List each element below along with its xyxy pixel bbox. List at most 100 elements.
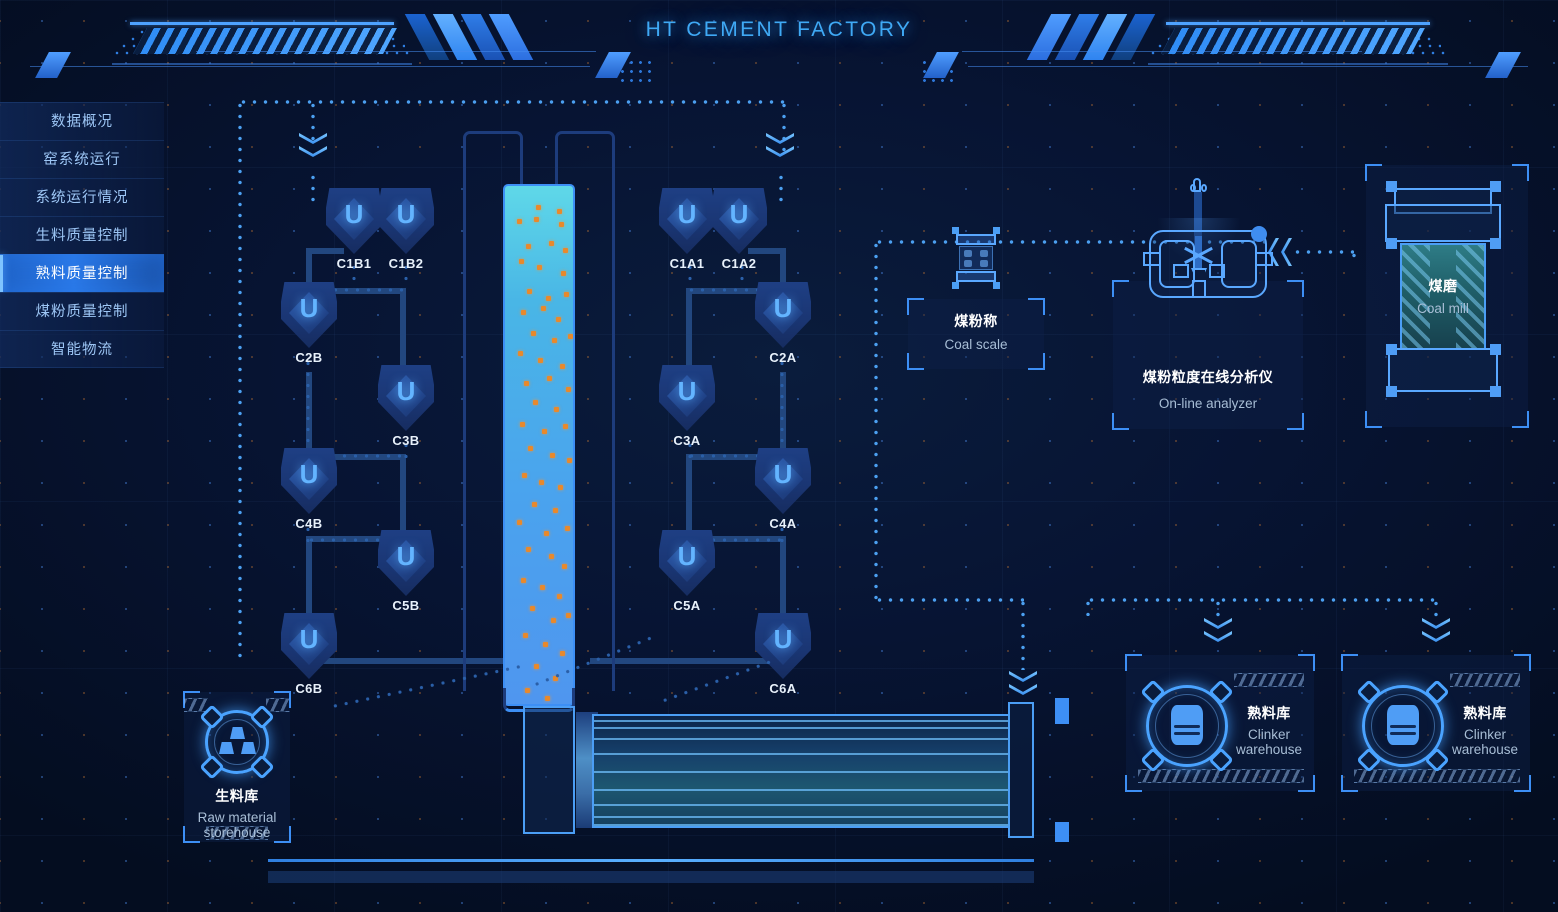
sidebar-item-system-status[interactable]: 系统运行情况 (0, 178, 164, 216)
coal-scale-label-cn: 煤粉称 (954, 313, 998, 329)
coal-mill-node-ml (1386, 238, 1397, 249)
flow-chevron-clinker-2 (1422, 618, 1450, 652)
cyclone-glyph: U (773, 293, 793, 323)
feed-path-right-c1a2 (779, 172, 783, 206)
pipe-b-c6b-down (306, 536, 312, 622)
cyclone-c1a2[interactable]: U C1A2 (711, 188, 767, 271)
coal-mill-body[interactable]: 煤磨 Coal mill (1400, 243, 1486, 350)
clinker-warehouse-2-label-en: Clinker warehouse (1451, 727, 1519, 757)
header-rule-right-2 (962, 51, 1362, 52)
cyclone-label: C5A (673, 598, 701, 613)
gas-path-b4 (306, 358, 310, 454)
coal-mill-node-mr (1490, 238, 1501, 249)
cyclone-c1b1[interactable]: U C1B1 (326, 188, 382, 271)
cyclone-glyph: U (299, 459, 319, 489)
cyclone-c3b[interactable]: U C3B (378, 365, 434, 448)
coal-mill-label-en: Coal mill (1417, 301, 1469, 316)
coal-mill-node-tl (1386, 181, 1397, 192)
cyclone-c6b[interactable]: U C6B (281, 613, 337, 696)
feed-path-left-riser (238, 100, 242, 660)
coal-mill-node-bl (1386, 344, 1397, 355)
cyclone-glyph: U (677, 199, 697, 229)
cyclone-glyph: U (773, 624, 793, 654)
cyclone-label: C3A (673, 433, 701, 448)
clinker-warehouse-2-panel[interactable]: 熟料库 Clinker warehouse (1341, 654, 1531, 792)
raw-storehouse-label-cn: 生料库 (215, 788, 259, 804)
cyclone-label: C6A (769, 681, 797, 696)
clinker-warehouse-1-panel[interactable]: 熟料库 Clinker warehouse (1125, 654, 1315, 792)
cyclone-label: C1A2 (721, 256, 757, 271)
cyclone-glyph: U (344, 199, 364, 229)
coal-mill-base (1388, 348, 1498, 392)
kiln-outlet-node-top (1055, 698, 1069, 724)
sidebar-item-raw-quality[interactable]: 生料质量控制 (0, 216, 164, 254)
sidebar-item-coal-quality[interactable]: 煤粉质量控制 (0, 292, 164, 330)
kiln-outlet-cap (1008, 702, 1034, 838)
clinker-route-drop-1 (1216, 598, 1220, 620)
page-title: HT CEMENT FACTORY (645, 18, 913, 41)
kiln-outlet-node-bottom (1055, 822, 1069, 842)
cyclone-glyph: U (299, 624, 319, 654)
coal-scale-panel[interactable]: 煤粉称 Coal scale (907, 298, 1045, 370)
coal-mill-node-fr (1490, 386, 1501, 397)
clinker-warehouse-1-label-en: Clinker warehouse (1235, 727, 1303, 757)
coal-scale-icon[interactable] (952, 227, 1000, 289)
coal-scale-label-en: Coal scale (944, 337, 1008, 352)
header-rule-left-2 (196, 51, 596, 52)
gas-path-b3 (330, 288, 408, 292)
riser-duct-main (503, 184, 575, 706)
cyclone-label: C2B (295, 350, 323, 365)
gas-path-a3 (686, 288, 764, 292)
online-analyzer-label-cn: 煤粉粒度在线分析仪 (1142, 369, 1274, 385)
app-header: HT CEMENT FACTORY (0, 0, 1558, 86)
clinker-route-stub (1086, 598, 1090, 616)
cyclone-c2a[interactable]: U C2A (755, 282, 811, 365)
coal-route-drop (1021, 598, 1025, 670)
flow-chevron-right-top (766, 133, 794, 167)
sidebar-item-data-overview[interactable]: 数据概况 (0, 102, 164, 140)
gas-path-a4 (780, 358, 784, 454)
cyclone-c3a[interactable]: U C3A (659, 365, 715, 448)
bottom-rail-line (268, 859, 1034, 862)
cyclone-glyph: U (729, 199, 749, 229)
cyclone-glyph: U (299, 293, 319, 323)
clinker-warehouse-1-label-cn: 熟料库 (1247, 705, 1291, 721)
feed-path-top (238, 100, 786, 104)
mill-route-h (1292, 250, 1354, 254)
online-analyzer-icon[interactable] (1143, 178, 1273, 338)
cyclone-label: C5B (392, 598, 420, 613)
coal-route-to-kiln (874, 598, 1024, 602)
cyclone-label: C4B (295, 516, 323, 531)
cyclone-c4a[interactable]: U C4A (755, 448, 811, 531)
header-wedge-a (35, 52, 71, 78)
header-rule-right-1 (968, 66, 1528, 67)
coal-mill-label-cn: 煤磨 (1428, 278, 1458, 294)
cyclone-c6a[interactable]: U C6A (755, 613, 811, 696)
kiln-inlet-chute (523, 706, 575, 834)
pipe-a-down-2 (686, 454, 692, 540)
cyclone-c5a[interactable]: U C5A (659, 530, 715, 613)
clinker-warehouse-2-icon (1356, 679, 1450, 773)
cyclone-c4b[interactable]: U C4B (281, 448, 337, 531)
clinker-route-h (1086, 598, 1438, 602)
raw-storehouse-label-en: Raw material storehouse (197, 810, 277, 840)
sidebar-item-kiln-system[interactable]: 窑系统运行 (0, 140, 164, 178)
sidebar-item-smart-logistics[interactable]: 智能物流 (0, 330, 164, 368)
cyclone-c1b2[interactable]: U C1B2 (378, 188, 434, 271)
cyclone-c1a1[interactable]: U C1A1 (659, 188, 715, 271)
sidebar-item-clinker-quality[interactable]: 熟料质量控制 (0, 254, 164, 292)
header-wedge-d (1485, 52, 1521, 78)
cyclone-glyph: U (396, 376, 416, 406)
cyclone-glyph: U (396, 199, 416, 229)
cyclone-c2b[interactable]: U C2B (281, 282, 337, 365)
clinker-warehouse-1-icon (1140, 679, 1234, 773)
cyclone-glyph: U (773, 459, 793, 489)
pipe-b-c1b2-down (400, 288, 406, 374)
cyclone-label: C1B2 (388, 256, 424, 271)
flow-chevron-kiln-out (1009, 671, 1037, 705)
raw-storehouse-panel[interactable]: 生料库 Raw material storehouse (183, 691, 291, 843)
raw-storehouse-icon (199, 704, 275, 780)
cyclone-c5b[interactable]: U C5B (378, 530, 434, 613)
rotary-kiln[interactable] (592, 714, 1010, 828)
coal-mill-node-tr (1490, 181, 1501, 192)
